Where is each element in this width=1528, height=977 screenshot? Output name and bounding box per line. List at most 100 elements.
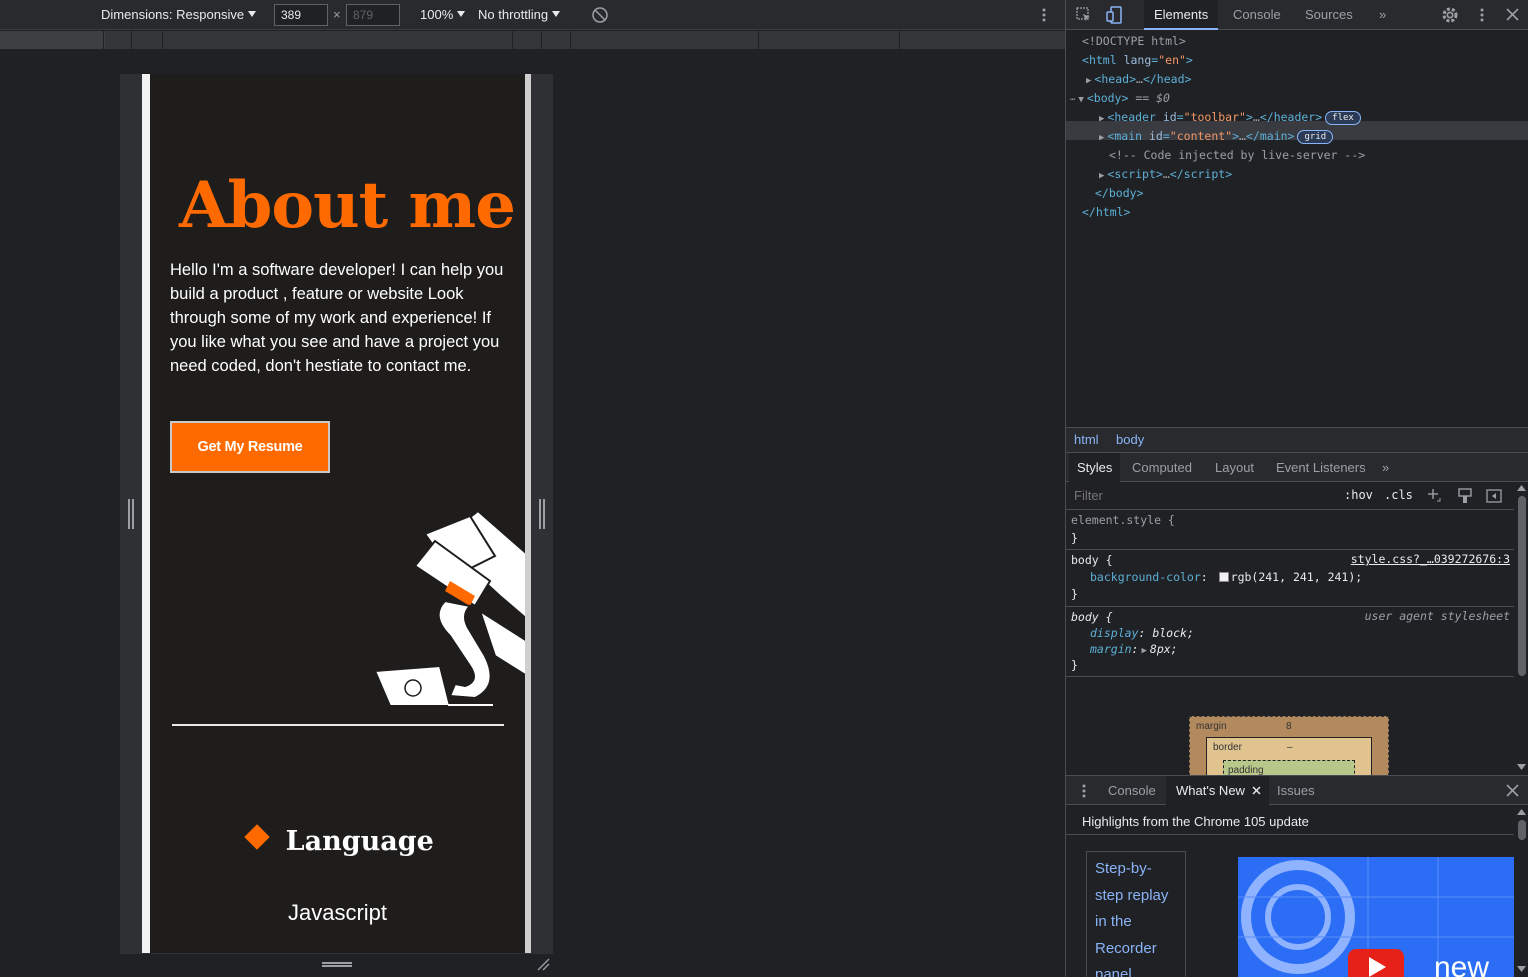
dom-doctype[interactable]: <!DOCTYPE html> (1082, 32, 1186, 51)
expand-triangle-icon[interactable]: ▶ (1099, 114, 1104, 124)
left-resize-handle[interactable] (128, 499, 134, 529)
box-model-padding: padding (1223, 760, 1355, 775)
display-declaration: display: block; (1090, 626, 1194, 640)
more-options-icon[interactable] (1040, 7, 1048, 23)
drawer-tab-whats-new[interactable]: What's New (1166, 776, 1269, 805)
whats-new-title: Highlights from the Chrome 105 update (1082, 814, 1309, 829)
whats-new-link[interactable]: Step-by-step replay in the Recorder pane… (1095, 860, 1168, 977)
settings-gear-icon[interactable] (1441, 6, 1459, 24)
box-model-border-label: border (1213, 742, 1242, 753)
tab-computed[interactable]: Computed (1124, 453, 1200, 482)
styles-pane: element.style { } body { style.css?_…039… (1066, 510, 1514, 775)
tab-console[interactable]: Console (1223, 0, 1291, 30)
new-style-rule-icon[interactable] (1427, 488, 1441, 504)
scrollbar-thumb[interactable] (1518, 820, 1526, 840)
body-source-link[interactable]: style.css?_…039272676:3 (1351, 552, 1510, 566)
dom-script[interactable]: ▶ <script>…</script> (1099, 165, 1232, 184)
whats-new-card[interactable]: Step-by-step replay in the Recorder pane… (1086, 851, 1186, 977)
media-query-ruler[interactable] (0, 31, 1065, 49)
body-selector: body { (1071, 553, 1113, 567)
expand-triangle-icon[interactable]: ▶ (1141, 646, 1146, 656)
grid-badge[interactable]: grid (1297, 130, 1334, 144)
device-toolbar-icon[interactable] (1106, 6, 1122, 24)
box-model-diagram[interactable]: margin 8 border – padding (1189, 716, 1389, 775)
rotate-icon[interactable] (591, 6, 609, 24)
tab-layout[interactable]: Layout (1207, 453, 1262, 482)
body-style-rule[interactable]: body { style.css?_…039272676:3 backgroun… (1066, 550, 1514, 607)
bottom-resize-handle[interactable] (322, 962, 352, 967)
cls-toggle[interactable]: .cls (1384, 488, 1413, 502)
chevron-down-icon (457, 11, 466, 17)
styles-scrollbar[interactable] (1514, 482, 1528, 775)
color-swatch-icon[interactable] (1218, 572, 1229, 582)
tab-event-listeners[interactable]: Event Listeners (1268, 453, 1374, 482)
diamond-icon (244, 824, 270, 850)
ua-rule-close: } (1071, 658, 1078, 672)
dom-header[interactable]: ▶ <header id="toolbar">…</header> flex (1099, 108, 1361, 127)
whats-new-scrollbar[interactable] (1514, 806, 1528, 977)
paint-brush-icon[interactable] (1457, 488, 1473, 504)
drawer-tab-issues[interactable]: Issues (1267, 776, 1325, 805)
close-drawer-icon[interactable] (1506, 784, 1519, 797)
language-heading: Language (285, 826, 434, 857)
styles-filter-input[interactable] (1066, 482, 1331, 509)
page-viewport: About me Hello I'm a software developer!… (142, 74, 531, 953)
styles-filter-bar: :hov .cls (1066, 482, 1514, 510)
scroll-down-icon[interactable] (1517, 764, 1526, 770)
right-resize-handle[interactable] (539, 499, 545, 529)
scroll-up-icon[interactable] (1517, 809, 1526, 815)
flex-badge[interactable]: flex (1325, 111, 1361, 125)
expand-triangle-icon[interactable]: ▶ (1099, 171, 1104, 181)
bg-color-declaration[interactable]: background-color: rgb(241, 241, 241); (1090, 569, 1362, 586)
dom-body[interactable]: ⋯ ▼ <body> == $0 (1070, 89, 1170, 108)
dom-body-close[interactable]: </body> (1095, 184, 1143, 203)
ua-selector: body { (1071, 610, 1113, 624)
zoom-dropdown[interactable]: 100% (420, 7, 466, 22)
element-style-rule[interactable]: element.style { } (1066, 510, 1514, 550)
hov-toggle[interactable]: :hov (1344, 488, 1373, 502)
height-input[interactable]: 879 (346, 4, 400, 26)
tab-elements[interactable]: Elements (1144, 0, 1219, 30)
inspect-element-icon[interactable] (1076, 7, 1092, 23)
dom-head[interactable]: ▶ <head>…</head> (1086, 70, 1191, 89)
breadcrumb: html body (1066, 427, 1528, 452)
whats-new-video-thumbnail[interactable]: new (1238, 857, 1514, 977)
scroll-down-icon[interactable] (1517, 966, 1526, 972)
sidebar-toggle-icon[interactable] (1486, 488, 1502, 504)
scroll-up-icon[interactable] (1517, 485, 1526, 491)
language-heading-row: Language (244, 824, 434, 866)
dom-main[interactable]: ▶ <main id="content">…</main> grid (1099, 127, 1334, 146)
expand-triangle-icon[interactable]: ▶ (1099, 133, 1104, 143)
width-input[interactable]: 389 (274, 4, 328, 26)
breadcrumb-body[interactable]: body (1116, 432, 1144, 447)
tab-sources[interactable]: Sources (1295, 0, 1363, 30)
ellipsis-icon[interactable]: ⋯ (1070, 95, 1075, 105)
close-icon[interactable] (1506, 8, 1519, 21)
get-resume-button[interactable]: Get My Resume (170, 421, 330, 473)
devtools-menu-icon[interactable] (1478, 7, 1486, 23)
box-model-margin-value[interactable]: 8 (1286, 721, 1292, 732)
box-model-border-value[interactable]: – (1287, 742, 1293, 753)
more-tabs-icon[interactable]: » (1369, 0, 1396, 30)
throttling-dropdown[interactable]: No throttling (478, 7, 561, 22)
dom-tree: <!DOCTYPE html> <html lang="en"> ▶ <head>… (1066, 32, 1528, 427)
box-model-border: border – padding (1206, 737, 1372, 775)
drawer-tab-console[interactable]: Console (1098, 776, 1166, 805)
dom-html-open[interactable]: <html lang="en"> (1082, 51, 1193, 70)
dom-comment[interactable]: <!-- Code injected by live-server --> (1109, 146, 1365, 165)
ua-style-rule[interactable]: body { user agent stylesheet display: bl… (1066, 607, 1514, 677)
ruler-segment[interactable] (0, 31, 105, 49)
breadcrumb-html[interactable]: html (1074, 432, 1099, 447)
tab-styles[interactable]: Styles (1069, 453, 1121, 482)
styles-tab-bar: Styles Computed Layout Event Listeners » (1066, 452, 1528, 482)
dom-html-close[interactable]: </html> (1082, 203, 1130, 222)
chevron-down-icon (552, 11, 561, 17)
corner-resize-icon[interactable] (536, 957, 550, 971)
collapse-triangle-icon[interactable]: ▼ (1078, 95, 1083, 105)
expand-triangle-icon[interactable]: ▶ (1086, 76, 1091, 86)
more-tabs-icon[interactable]: » (1374, 453, 1397, 482)
scrollbar-thumb[interactable] (1518, 496, 1526, 676)
dimensions-dropdown[interactable]: Dimensions: Responsive (101, 7, 257, 22)
drawer-menu-icon[interactable] (1080, 783, 1088, 799)
close-tab-icon[interactable] (1252, 786, 1261, 795)
